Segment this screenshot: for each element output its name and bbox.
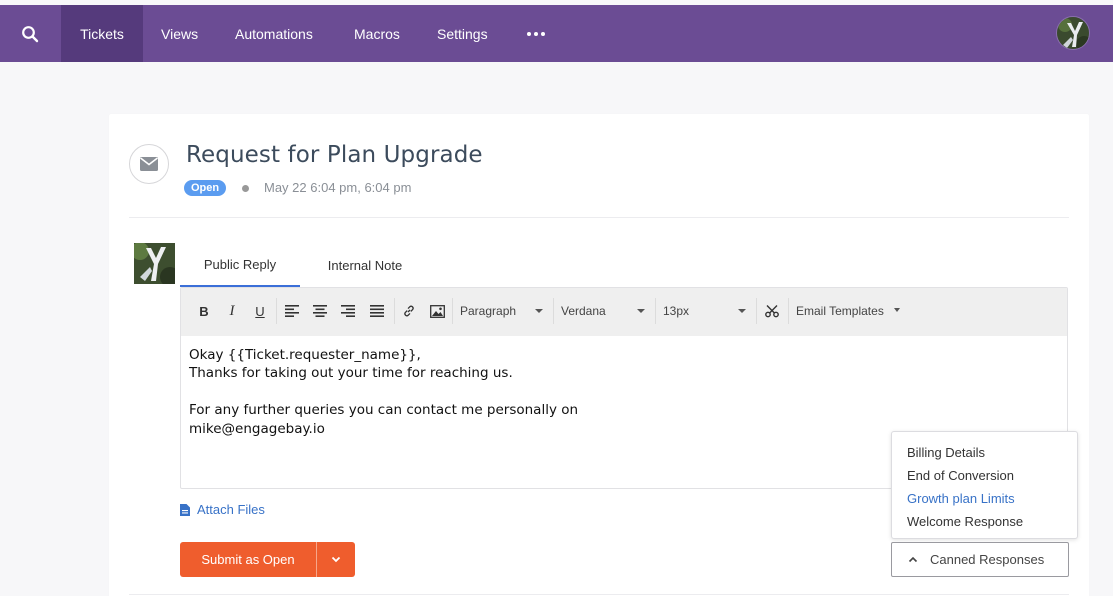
nav-views[interactable]: Views (161, 5, 198, 62)
file-icon (180, 503, 190, 516)
bold-icon[interactable]: B (194, 300, 214, 322)
chevron-down-icon (738, 309, 746, 313)
canned-item[interactable]: Growth plan Limits (907, 491, 1015, 506)
ticket-date: May 22 6:04 pm, 6:04 pm (264, 180, 412, 195)
toolbar-separator (452, 298, 453, 324)
bottom-divider (129, 594, 1069, 595)
font-select[interactable]: Verdana (561, 300, 606, 322)
toolbar-separator (276, 298, 277, 324)
header-divider (129, 217, 1069, 218)
toolbar-separator (553, 298, 554, 324)
mail-icon (129, 144, 169, 184)
more-icon[interactable] (519, 5, 553, 62)
align-center-icon[interactable] (309, 300, 331, 322)
tab-internal-note[interactable]: Internal Note (309, 244, 421, 287)
tab-public-reply[interactable]: Public Reply (180, 244, 300, 287)
link-icon[interactable] (398, 300, 420, 322)
chevron-down-icon (894, 308, 900, 312)
agent-avatar (134, 243, 175, 284)
toolbar-separator (788, 298, 789, 324)
top-navigation: Tickets Views Automations Macros Setting… (0, 5, 1113, 62)
toolbar-separator (394, 298, 395, 324)
canned-responses-button[interactable]: Canned Responses (891, 542, 1069, 577)
image-icon[interactable] (426, 300, 448, 322)
align-justify-icon[interactable] (366, 300, 388, 322)
align-left-icon[interactable] (281, 300, 303, 322)
font-size-select[interactable]: 13px (663, 300, 689, 322)
format-select[interactable]: Paragraph (460, 300, 516, 322)
editor-toolbar: B I U Paragraph Verdana 13px Email Templ… (181, 288, 1067, 336)
scissors-icon[interactable] (761, 300, 783, 322)
status-badge: Open (184, 180, 227, 196)
nav-tickets[interactable]: Tickets (61, 5, 143, 62)
submit-button[interactable]: Submit as Open (180, 542, 355, 577)
submit-options-chevron-down-icon[interactable] (317, 542, 355, 577)
align-right-icon[interactable] (337, 300, 359, 322)
underline-icon[interactable]: U (250, 300, 270, 322)
canned-item[interactable]: Welcome Response (907, 514, 1023, 529)
email-templates-dropdown[interactable]: Email Templates (796, 300, 884, 322)
nav-settings[interactable]: Settings (437, 5, 488, 62)
canned-item[interactable]: Billing Details (907, 445, 985, 460)
nav-macros[interactable]: Macros (354, 5, 400, 62)
toolbar-separator (756, 298, 757, 324)
reply-body[interactable]: Okay {{Ticket.requester_name}}, Thanks f… (189, 346, 578, 438)
search-icon[interactable] (0, 5, 60, 62)
chevron-up-icon (908, 556, 918, 563)
chevron-down-icon (637, 309, 645, 313)
separator-dot (242, 185, 249, 192)
attach-files-link[interactable]: Attach Files (180, 502, 265, 517)
canned-item[interactable]: End of Conversion (907, 468, 1014, 483)
ticket-card: Request for Plan Upgrade Open May 22 6:0… (109, 114, 1089, 596)
attach-files-label: Attach Files (197, 502, 265, 517)
toolbar-separator (655, 298, 656, 324)
chevron-down-icon (535, 309, 543, 313)
ticket-title: Request for Plan Upgrade (186, 142, 483, 168)
nav-automations[interactable]: Automations (235, 5, 313, 62)
submit-label[interactable]: Submit as Open (180, 542, 316, 577)
canned-responses-label: Canned Responses (930, 552, 1045, 567)
user-avatar[interactable] (1056, 16, 1090, 50)
italic-icon[interactable]: I (222, 300, 242, 322)
canned-responses-menu: Billing Details End of Conversion Growth… (891, 431, 1078, 539)
